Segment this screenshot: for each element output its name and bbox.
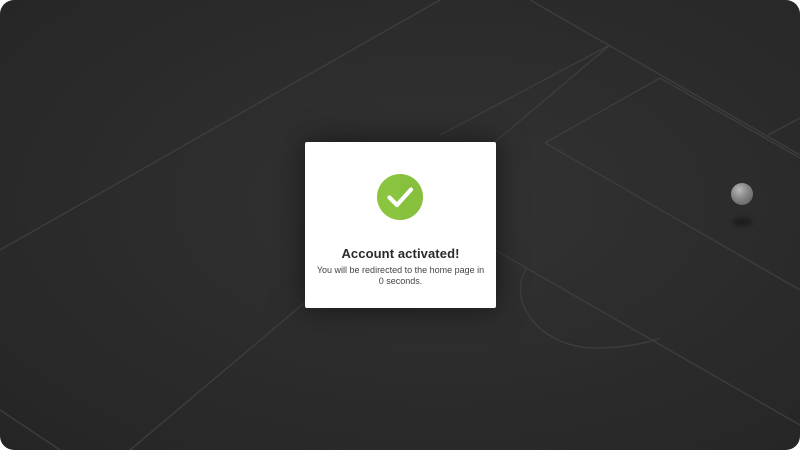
checkmark-circle-icon — [377, 174, 423, 220]
app-background: Account activated! You will be redirecte… — [0, 0, 800, 450]
dialog-message: You will be redirected to the home page … — [316, 265, 485, 286]
activation-dialog: Account activated! You will be redirecte… — [305, 142, 496, 308]
ball-shadow — [732, 218, 752, 226]
soccer-ball — [731, 183, 753, 205]
dialog-title: Account activated! — [341, 246, 460, 261]
